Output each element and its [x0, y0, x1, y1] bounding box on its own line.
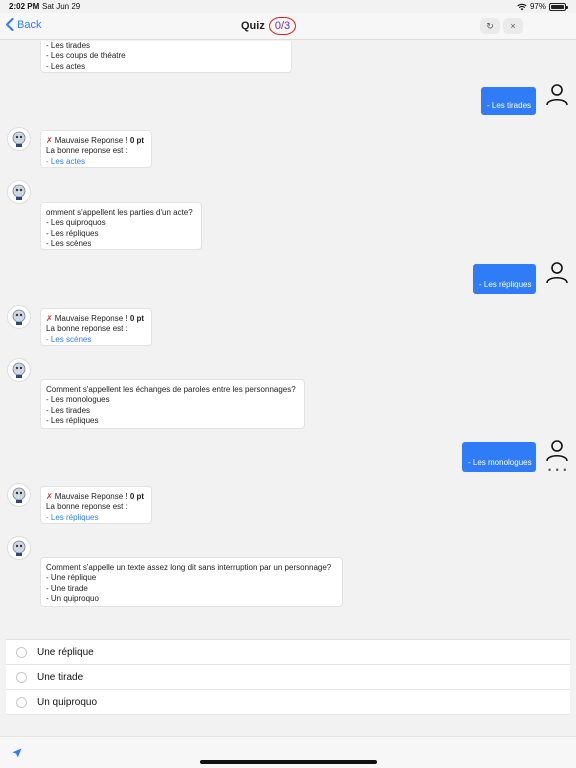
bot-avatar-icon: [7, 305, 31, 329]
battery-percent: 97%: [529, 2, 546, 11]
score-badge: 0/3: [268, 17, 297, 35]
radio-button[interactable]: [16, 646, 27, 658]
answer-options: Une réplique Une tirade Un quiproquo: [6, 639, 570, 715]
answer-option[interactable]: Une tirade: [6, 665, 570, 690]
correct-answer-link[interactable]: - Les répliques: [46, 513, 146, 523]
bot-question-bubble: Comment s'appellent les échanges de paro…: [40, 379, 305, 429]
feedback-title: Mauvaise Reponse !: [54, 492, 128, 501]
nav-title: Quiz 0/3: [241, 17, 297, 35]
answer-label: Un quiproquo: [37, 696, 98, 708]
robot-icon: [12, 362, 26, 378]
user-avatar-icon: [546, 84, 568, 106]
bot-avatar-icon: [7, 536, 31, 560]
user-reply-bubble: - Les tirades: [481, 87, 536, 115]
question-line: - Une réplique: [46, 573, 97, 583]
screen: 2:02 PM Sat Jun 29 97% Back Quiz 0/3 ↻ ×…: [0, 0, 576, 768]
feedback-points: 0 pt: [129, 136, 145, 145]
status-bar: 2:02 PM Sat Jun 29 97%: [0, 0, 576, 13]
battery-icon: [549, 2, 568, 11]
question-line: - Les monologues: [46, 395, 110, 405]
feedback-intro: La bonne reponse est :: [46, 324, 128, 334]
wrong-icon: ✗: [46, 136, 53, 145]
status-date: Sat Jun 29: [42, 2, 81, 11]
answer-label: Une réplique: [37, 646, 94, 658]
bot-feedback-bubble: ✗ Mauvaise Reponse ! 0 pt La bonne repons…: [40, 486, 152, 524]
user-reply-text: - Les monologues: [468, 458, 532, 467]
bot-question-bubble: omment s'appellent les parties d'un acte…: [40, 202, 202, 250]
question-line: - Les scènes: [46, 238, 92, 248]
question-line: - Les tirades: [46, 41, 91, 50]
question-line: - Les coups de théatre: [46, 51, 126, 61]
feedback-title: Mauvaise Reponse !: [54, 314, 128, 323]
status-time: 2:02 PM: [9, 2, 40, 11]
correct-answer-link[interactable]: - Les actes: [46, 157, 146, 167]
robot-icon: [12, 131, 26, 147]
question-line: Comment s'appellent les échanges de paro…: [46, 385, 296, 394]
bot-avatar-icon: [7, 127, 31, 151]
user-reply-bubble: - Les répliques: [473, 264, 536, 294]
user-reply-text: - Les tirades: [487, 101, 532, 110]
home-indicator: [200, 760, 377, 764]
close-button[interactable]: ×: [503, 18, 523, 34]
refresh-button[interactable]: ↻: [480, 18, 500, 34]
robot-icon: [12, 309, 26, 325]
question-line: - Les tirades: [46, 405, 91, 415]
question-line: - Les répliques: [46, 415, 99, 425]
feedback-points: 0 pt: [129, 492, 145, 501]
robot-icon: [12, 184, 26, 200]
wifi-icon: [517, 3, 527, 10]
feedback-intro: La bonne reponse est :: [46, 146, 128, 156]
bot-question-bubble: - Les tirades - Les coups de théatre - L…: [40, 41, 292, 73]
robot-icon: [12, 540, 26, 556]
wrong-icon: ✗: [46, 492, 53, 501]
page-title: Quiz: [241, 20, 265, 32]
question-line: - Une tirade: [46, 583, 88, 593]
robot-icon: [12, 487, 26, 503]
answer-option[interactable]: Une réplique: [6, 640, 570, 665]
feedback-title-line: ✗ Mauvaise Reponse ! 0 pt: [46, 314, 146, 324]
close-icon: ×: [510, 21, 516, 31]
back-label: Back: [17, 18, 42, 31]
question-line: Comment s'appelle un texte assez long di…: [46, 563, 332, 572]
user-reply-text: - Les répliques: [479, 280, 532, 289]
bot-question-bubble: Comment s'appelle un texte assez long di…: [40, 557, 343, 607]
bot-avatar-icon: [7, 180, 31, 204]
battery-fill: [551, 4, 564, 9]
bot-feedback-bubble: ✗ Mauvaise Reponse ! 0 pt La bonne repons…: [40, 308, 152, 346]
wrong-icon: ✗: [46, 314, 53, 323]
feedback-points: 0 pt: [129, 314, 145, 323]
send-icon[interactable]: [12, 748, 22, 758]
chat-log[interactable]: - Les tirades - Les coups de théatre - L…: [0, 41, 576, 638]
user-reply-bubble: - Les monologues: [462, 442, 536, 472]
answer-option[interactable]: Un quiproquo: [6, 690, 570, 715]
nav-bar: Back Quiz 0/3 ↻ ×: [0, 13, 576, 40]
user-avatar-icon: [546, 440, 568, 462]
question-line: - Un quiproquo: [46, 593, 99, 603]
radio-button[interactable]: [16, 696, 27, 708]
feedback-intro: La bonne reponse est :: [46, 502, 128, 512]
question-line: - Les quiproquos: [46, 218, 106, 228]
feedback-title: Mauvaise Reponse !: [54, 136, 128, 145]
user-avatar-icon: [546, 262, 568, 284]
question-line: omment s'appellent les parties d'un acte…: [46, 208, 193, 217]
back-button[interactable]: Back: [5, 18, 41, 31]
status-right: 97%: [517, 2, 568, 11]
bot-avatar-icon: [7, 483, 31, 507]
refresh-icon: ↻: [486, 20, 494, 31]
battery-nub: [566, 5, 568, 9]
bot-avatar-icon: [7, 358, 31, 382]
answer-label: Une tirade: [37, 671, 84, 683]
chevron-left-icon: [6, 18, 14, 31]
feedback-title-line: ✗ Mauvaise Reponse ! 0 pt: [46, 136, 146, 146]
feedback-title-line: ✗ Mauvaise Reponse ! 0 pt: [46, 492, 146, 502]
correct-answer-link[interactable]: - Les scènes: [46, 335, 146, 345]
question-line: - Les répliques: [46, 228, 99, 238]
radio-button[interactable]: [16, 671, 27, 683]
typing-indicator: • • •: [548, 465, 568, 475]
question-line: - Les actes: [46, 61, 86, 71]
bot-feedback-bubble: ✗ Mauvaise Reponse ! 0 pt La bonne repons…: [40, 130, 152, 168]
